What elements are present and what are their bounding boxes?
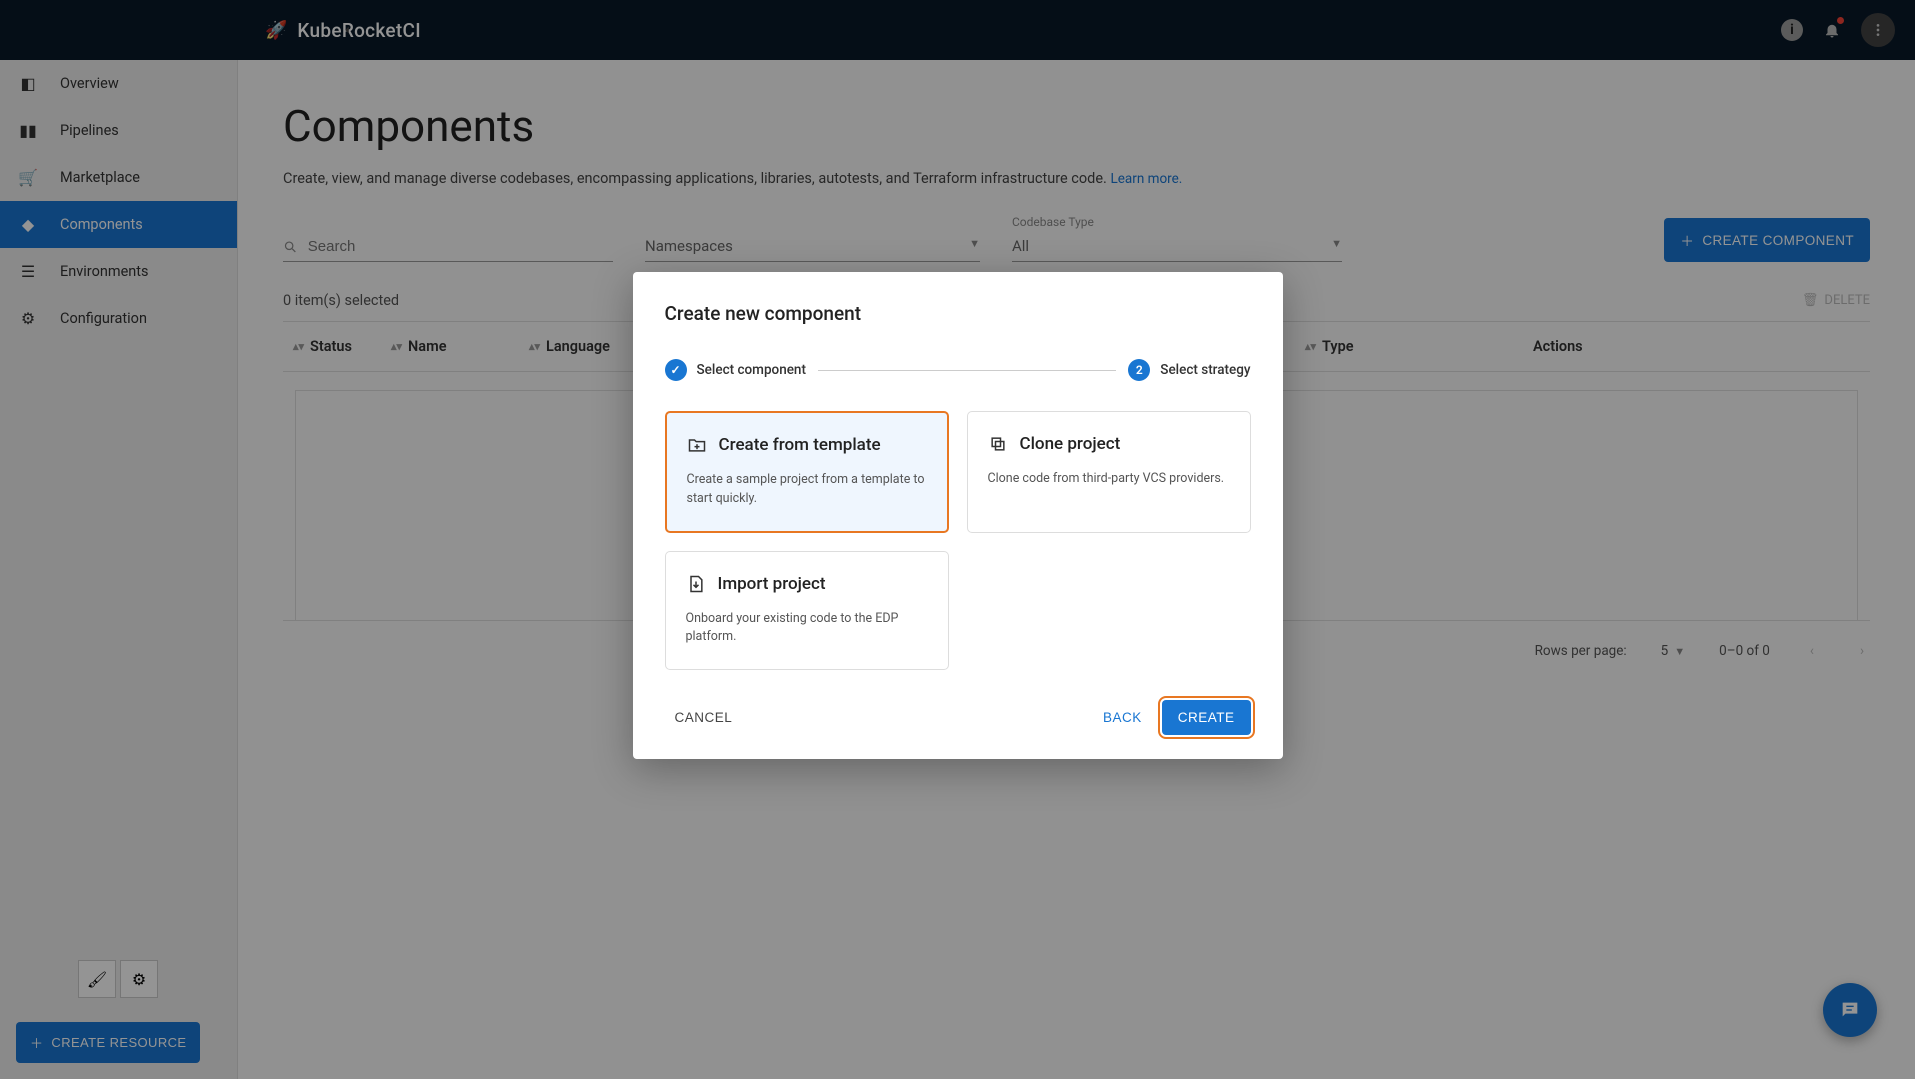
create-button[interactable]: CREATE — [1162, 700, 1251, 735]
stepper: ✓ Select component 2 Select strategy — [665, 359, 1251, 381]
step-connector — [818, 370, 1116, 371]
step-2: 2 Select strategy — [1128, 359, 1250, 381]
modal-overlay[interactable]: Create new component ✓ Select component … — [0, 0, 1915, 1079]
back-button[interactable]: BACK — [1093, 702, 1152, 733]
import-icon — [686, 574, 706, 594]
step-1: ✓ Select component — [665, 359, 806, 381]
option-title: Create from template — [719, 435, 881, 455]
step-2-label: Select strategy — [1160, 362, 1250, 378]
step-1-label: Select component — [697, 362, 806, 378]
create-component-dialog: Create new component ✓ Select component … — [633, 272, 1283, 759]
option-desc: Create a sample project from a template … — [687, 471, 927, 509]
option-create-from-template[interactable]: Create from template Create a sample pro… — [665, 411, 949, 533]
copy-icon — [988, 434, 1008, 454]
dialog-title: Create new component — [665, 302, 1251, 325]
folder-plus-icon — [687, 435, 707, 455]
option-title: Clone project — [1020, 434, 1121, 454]
option-desc: Onboard your existing code to the EDP pl… — [686, 610, 928, 648]
option-desc: Clone code from third-party VCS provider… — [988, 470, 1230, 489]
check-icon: ✓ — [665, 359, 687, 381]
cancel-button[interactable]: CANCEL — [665, 702, 743, 733]
dialog-actions: CANCEL BACK CREATE — [665, 700, 1251, 735]
step-number: 2 — [1128, 359, 1150, 381]
strategy-options: Create from template Create a sample pro… — [665, 411, 1251, 670]
option-title: Import project — [718, 574, 826, 594]
option-import-project[interactable]: Import project Onboard your existing cod… — [665, 551, 949, 671]
option-clone-project[interactable]: Clone project Clone code from third-part… — [967, 411, 1251, 533]
